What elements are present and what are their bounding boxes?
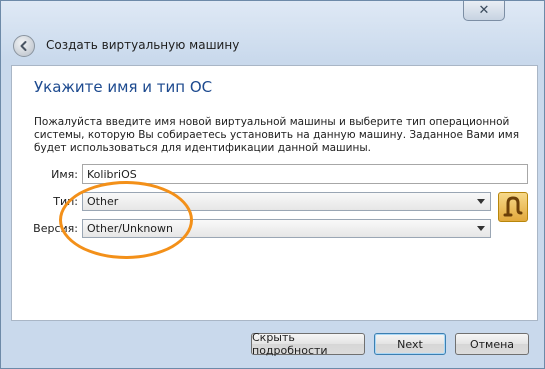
back-arrow-icon xyxy=(20,41,27,51)
close-icon: ✕ xyxy=(478,3,490,18)
page-heading: Укажите имя и тип ОС xyxy=(34,78,213,96)
chevron-down-icon xyxy=(477,226,485,231)
back-button[interactable] xyxy=(13,35,35,57)
page-description: Пожалуйста введите имя новой виртуальной… xyxy=(34,116,520,154)
type-label: Тип: xyxy=(53,195,78,208)
type-select[interactable]: Other xyxy=(82,192,491,211)
window-title: Создать виртуальную машину xyxy=(46,38,240,52)
button-bar: Скрыть подробности Next Отмена xyxy=(1,323,544,368)
other-os-icon xyxy=(498,192,528,222)
close-button[interactable]: ✕ xyxy=(463,1,505,21)
type-select-value: Other xyxy=(87,195,119,208)
next-button[interactable]: Next xyxy=(374,333,446,355)
version-select-value: Other/Unknown xyxy=(87,222,174,235)
chevron-down-icon xyxy=(477,199,485,204)
wizard-window: ✕ Создать виртуальную машину Укажите имя… xyxy=(0,0,545,369)
version-label: Версия: xyxy=(33,222,78,235)
cancel-button[interactable]: Отмена xyxy=(455,333,529,355)
name-label: Имя: xyxy=(51,168,78,181)
version-select[interactable]: Other/Unknown xyxy=(82,219,491,238)
hide-details-button[interactable]: Скрыть подробности xyxy=(251,331,365,357)
wizard-page: Укажите имя и тип ОС Пожалуйста введите … xyxy=(11,65,538,321)
name-field[interactable]: KolibriOS xyxy=(82,164,528,184)
